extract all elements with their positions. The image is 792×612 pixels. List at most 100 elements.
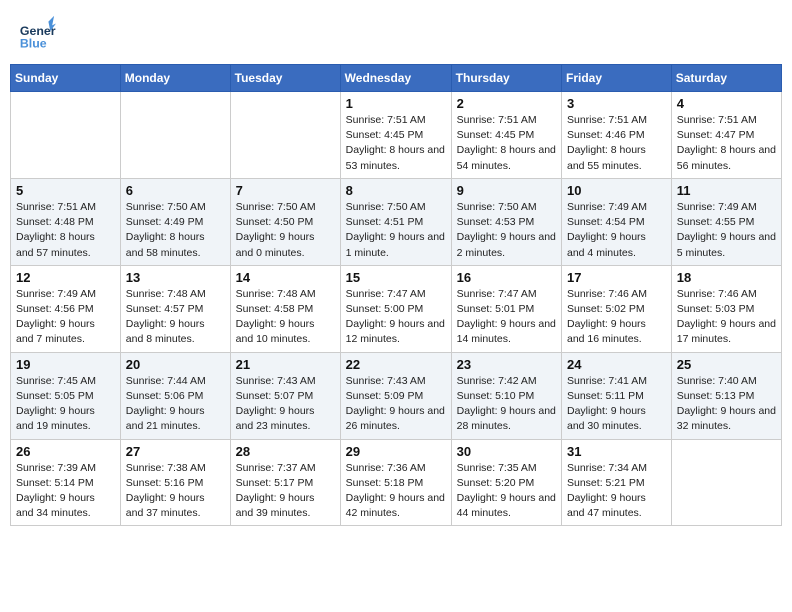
day-info: Sunrise: 7:38 AM Sunset: 5:16 PM Dayligh… <box>126 461 225 522</box>
calendar-week-4: 19 Sunrise: 7:45 AM Sunset: 5:05 PM Dayli… <box>11 352 782 439</box>
calendar-cell: 21 Sunrise: 7:43 AM Sunset: 5:07 PM Dayli… <box>230 352 340 439</box>
day-number: 26 <box>16 444 115 459</box>
calendar-cell: 3 Sunrise: 7:51 AM Sunset: 4:46 PM Daylig… <box>562 92 672 179</box>
day-info: Sunrise: 7:47 AM Sunset: 5:01 PM Dayligh… <box>457 287 556 348</box>
calendar-cell <box>230 92 340 179</box>
logo-icon: General Blue <box>18 14 56 52</box>
day-info: Sunrise: 7:43 AM Sunset: 5:07 PM Dayligh… <box>236 374 335 435</box>
calendar-cell: 25 Sunrise: 7:40 AM Sunset: 5:13 PM Dayli… <box>671 352 781 439</box>
calendar-cell: 5 Sunrise: 7:51 AM Sunset: 4:48 PM Daylig… <box>11 178 121 265</box>
day-info: Sunrise: 7:48 AM Sunset: 4:57 PM Dayligh… <box>126 287 225 348</box>
day-number: 31 <box>567 444 666 459</box>
logo: General Blue <box>18 14 56 52</box>
calendar-cell: 28 Sunrise: 7:37 AM Sunset: 5:17 PM Dayli… <box>230 439 340 526</box>
calendar-cell: 17 Sunrise: 7:46 AM Sunset: 5:02 PM Dayli… <box>562 265 672 352</box>
weekday-header-friday: Friday <box>562 65 672 92</box>
calendar-cell: 15 Sunrise: 7:47 AM Sunset: 5:00 PM Dayli… <box>340 265 451 352</box>
day-number: 11 <box>677 183 776 198</box>
calendar-cell: 30 Sunrise: 7:35 AM Sunset: 5:20 PM Dayli… <box>451 439 561 526</box>
calendar-week-3: 12 Sunrise: 7:49 AM Sunset: 4:56 PM Dayli… <box>11 265 782 352</box>
calendar-cell: 20 Sunrise: 7:44 AM Sunset: 5:06 PM Dayli… <box>120 352 230 439</box>
weekday-header-sunday: Sunday <box>11 65 121 92</box>
calendar-cell: 19 Sunrise: 7:45 AM Sunset: 5:05 PM Dayli… <box>11 352 121 439</box>
day-info: Sunrise: 7:37 AM Sunset: 5:17 PM Dayligh… <box>236 461 335 522</box>
day-number: 30 <box>457 444 556 459</box>
day-info: Sunrise: 7:39 AM Sunset: 5:14 PM Dayligh… <box>16 461 115 522</box>
calendar-week-5: 26 Sunrise: 7:39 AM Sunset: 5:14 PM Dayli… <box>11 439 782 526</box>
day-info: Sunrise: 7:35 AM Sunset: 5:20 PM Dayligh… <box>457 461 556 522</box>
calendar-cell <box>120 92 230 179</box>
calendar-cell: 27Sunrise: 7:38 AM Sunset: 5:16 PM Dayli… <box>120 439 230 526</box>
day-info: Sunrise: 7:42 AM Sunset: 5:10 PM Dayligh… <box>457 374 556 435</box>
day-number: 21 <box>236 357 335 372</box>
calendar-cell: 1 Sunrise: 7:51 AM Sunset: 4:45 PM Daylig… <box>340 92 451 179</box>
day-number: 28 <box>236 444 335 459</box>
day-info: Sunrise: 7:43 AM Sunset: 5:09 PM Dayligh… <box>346 374 446 435</box>
day-info: Sunrise: 7:46 AM Sunset: 5:02 PM Dayligh… <box>567 287 666 348</box>
day-number: 2 <box>457 96 556 111</box>
day-number: 7 <box>236 183 335 198</box>
day-number: 22 <box>346 357 446 372</box>
day-info: Sunrise: 7:50 AM Sunset: 4:49 PM Dayligh… <box>126 200 225 261</box>
calendar-cell: 14 Sunrise: 7:48 AM Sunset: 4:58 PM Dayli… <box>230 265 340 352</box>
day-info: Sunrise: 7:49 AM Sunset: 4:54 PM Dayligh… <box>567 200 666 261</box>
day-info: Sunrise: 7:51 AM Sunset: 4:46 PM Dayligh… <box>567 113 666 174</box>
day-info: Sunrise: 7:40 AM Sunset: 5:13 PM Dayligh… <box>677 374 776 435</box>
weekday-header-thursday: Thursday <box>451 65 561 92</box>
calendar-cell: 16 Sunrise: 7:47 AM Sunset: 5:01 PM Dayli… <box>451 265 561 352</box>
calendar-cell: 13 Sunrise: 7:48 AM Sunset: 4:57 PM Dayli… <box>120 265 230 352</box>
day-info: Sunrise: 7:46 AM Sunset: 5:03 PM Dayligh… <box>677 287 776 348</box>
calendar-cell: 22 Sunrise: 7:43 AM Sunset: 5:09 PM Dayli… <box>340 352 451 439</box>
day-number: 5 <box>16 183 115 198</box>
calendar-cell: 11 Sunrise: 7:49 AM Sunset: 4:55 PM Dayli… <box>671 178 781 265</box>
day-number: 25 <box>677 357 776 372</box>
calendar-cell <box>11 92 121 179</box>
calendar-cell: 29Sunrise: 7:36 AM Sunset: 5:18 PM Dayli… <box>340 439 451 526</box>
weekday-header-monday: Monday <box>120 65 230 92</box>
day-info: Sunrise: 7:34 AM Sunset: 5:21 PM Dayligh… <box>567 461 666 522</box>
calendar-cell: 8Sunrise: 7:50 AM Sunset: 4:51 PM Daylig… <box>340 178 451 265</box>
day-number: 10 <box>567 183 666 198</box>
calendar-cell: 4 Sunrise: 7:51 AM Sunset: 4:47 PM Daylig… <box>671 92 781 179</box>
day-number: 19 <box>16 357 115 372</box>
weekday-header-wednesday: Wednesday <box>340 65 451 92</box>
day-number: 1 <box>346 96 446 111</box>
day-number: 14 <box>236 270 335 285</box>
page-header: General Blue <box>10 10 782 56</box>
day-number: 8 <box>346 183 446 198</box>
calendar-cell: 7 Sunrise: 7:50 AM Sunset: 4:50 PM Daylig… <box>230 178 340 265</box>
day-info: Sunrise: 7:51 AM Sunset: 4:47 PM Dayligh… <box>677 113 776 174</box>
calendar-cell: 18Sunrise: 7:46 AM Sunset: 5:03 PM Dayli… <box>671 265 781 352</box>
calendar-cell: 12 Sunrise: 7:49 AM Sunset: 4:56 PM Dayli… <box>11 265 121 352</box>
day-number: 17 <box>567 270 666 285</box>
day-number: 12 <box>16 270 115 285</box>
day-info: Sunrise: 7:45 AM Sunset: 5:05 PM Dayligh… <box>16 374 115 435</box>
calendar-cell: 24Sunrise: 7:41 AM Sunset: 5:11 PM Dayli… <box>562 352 672 439</box>
day-info: Sunrise: 7:47 AM Sunset: 5:00 PM Dayligh… <box>346 287 446 348</box>
day-number: 4 <box>677 96 776 111</box>
calendar-week-2: 5 Sunrise: 7:51 AM Sunset: 4:48 PM Daylig… <box>11 178 782 265</box>
calendar-table: SundayMondayTuesdayWednesdayThursdayFrid… <box>10 64 782 526</box>
day-info: Sunrise: 7:44 AM Sunset: 5:06 PM Dayligh… <box>126 374 225 435</box>
day-number: 6 <box>126 183 225 198</box>
day-number: 23 <box>457 357 556 372</box>
calendar-week-1: 1 Sunrise: 7:51 AM Sunset: 4:45 PM Daylig… <box>11 92 782 179</box>
day-info: Sunrise: 7:49 AM Sunset: 4:56 PM Dayligh… <box>16 287 115 348</box>
day-number: 15 <box>346 270 446 285</box>
day-number: 16 <box>457 270 556 285</box>
day-number: 20 <box>126 357 225 372</box>
calendar-cell: 6 Sunrise: 7:50 AM Sunset: 4:49 PM Daylig… <box>120 178 230 265</box>
day-info: Sunrise: 7:49 AM Sunset: 4:55 PM Dayligh… <box>677 200 776 261</box>
day-number: 13 <box>126 270 225 285</box>
calendar-cell <box>671 439 781 526</box>
calendar-cell: 26 Sunrise: 7:39 AM Sunset: 5:14 PM Dayli… <box>11 439 121 526</box>
calendar-cell: 2 Sunrise: 7:51 AM Sunset: 4:45 PM Daylig… <box>451 92 561 179</box>
day-info: Sunrise: 7:50 AM Sunset: 4:50 PM Dayligh… <box>236 200 335 261</box>
day-info: Sunrise: 7:51 AM Sunset: 4:45 PM Dayligh… <box>457 113 556 174</box>
day-number: 9 <box>457 183 556 198</box>
day-info: Sunrise: 7:50 AM Sunset: 4:53 PM Dayligh… <box>457 200 556 261</box>
day-number: 3 <box>567 96 666 111</box>
day-info: Sunrise: 7:51 AM Sunset: 4:48 PM Dayligh… <box>16 200 115 261</box>
day-info: Sunrise: 7:48 AM Sunset: 4:58 PM Dayligh… <box>236 287 335 348</box>
day-info: Sunrise: 7:51 AM Sunset: 4:45 PM Dayligh… <box>346 113 446 174</box>
